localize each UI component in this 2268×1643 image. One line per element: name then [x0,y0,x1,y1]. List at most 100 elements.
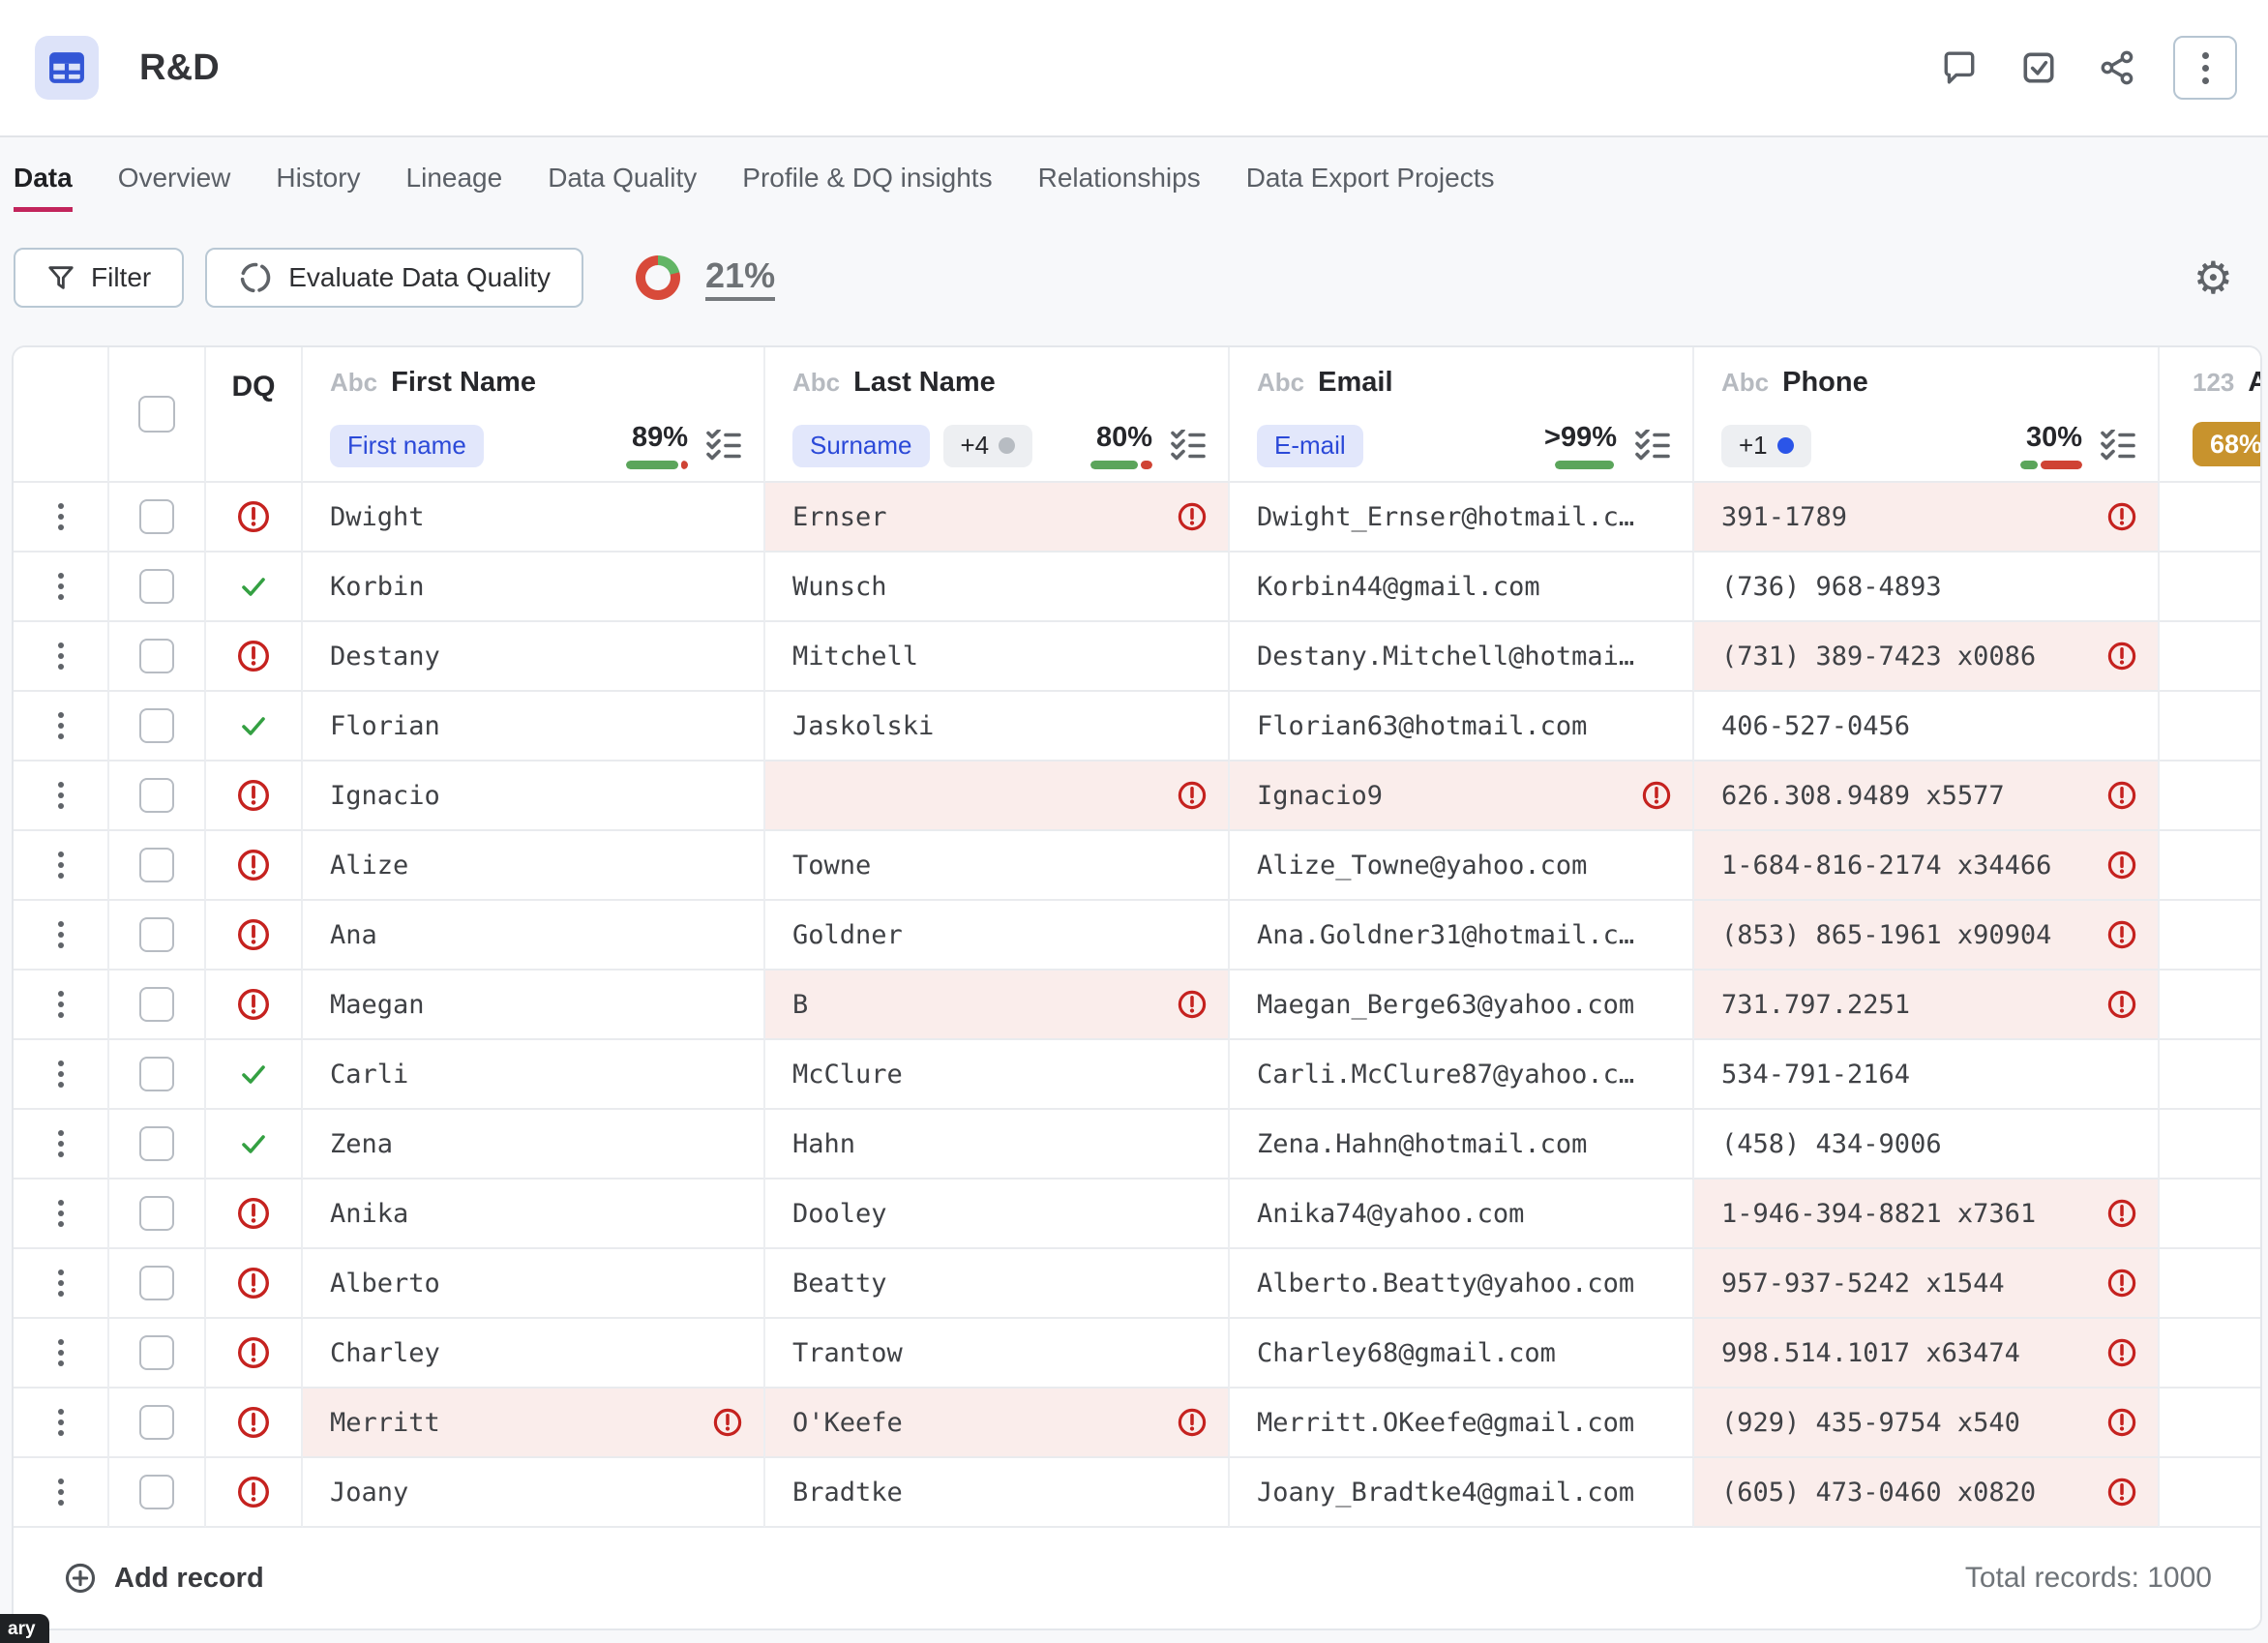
cell-last-name[interactable]: Trantow [765,1319,1230,1389]
row-checkbox[interactable] [139,1057,174,1091]
column-menu-kebab-icon[interactable] [2125,379,2136,387]
cell-first-name[interactable]: Merritt [303,1389,765,1458]
row-drag-handle[interactable] [14,901,109,971]
cell-extra[interactable] [2160,1249,2260,1319]
tasks-button[interactable] [2020,49,2057,86]
row-checkbox[interactable] [139,639,174,673]
cell-email[interactable]: Alberto.Beatty@yahoo.com [1230,1249,1694,1319]
cell-phone[interactable]: 406-527-0456 [1694,692,2160,762]
cell-extra[interactable] [2160,1040,2260,1110]
row-drag-handle[interactable] [14,762,109,831]
dq-rules-icon[interactable] [2100,429,2136,463]
row-drag-handle[interactable] [14,831,109,901]
cell-phone[interactable]: 1-684-816-2174 x34466 [1694,831,2160,901]
column-header-email[interactable]: Abc Email E-mail >99% [1230,347,1694,483]
row-checkbox[interactable] [139,987,174,1022]
column-header-last-name[interactable]: Abc Last Name Surname +4 80% [765,347,1230,483]
filter-button[interactable]: Filter [14,248,185,308]
dq-score-link[interactable]: 21% [705,255,776,301]
row-drag-handle[interactable] [14,1458,109,1528]
cell-phone[interactable]: (605) 473-0460 x0820 [1694,1458,2160,1528]
row-checkbox[interactable] [139,499,174,534]
cell-first-name[interactable]: Maegan [303,971,765,1040]
tab[interactable]: Overview [118,163,231,212]
tab[interactable]: Data Export Projects [1246,163,1495,212]
cell-phone[interactable]: 1-946-394-8821 x7361 [1694,1180,2160,1249]
row-checkbox[interactable] [139,569,174,604]
more-actions-button[interactable] [2173,36,2237,100]
row-checkbox[interactable] [139,917,174,952]
cell-phone[interactable]: (853) 865-1961 x90904 [1694,901,2160,971]
cell-extra[interactable] [2160,1389,2260,1458]
column-header-phone[interactable]: Abc Phone +1 30% [1694,347,2160,483]
cell-email[interactable]: Florian63@hotmail.com [1230,692,1694,762]
cell-extra[interactable] [2160,692,2260,762]
row-drag-handle[interactable] [14,1040,109,1110]
cell-email[interactable]: Ana.Goldner31@hotmail.c… [1230,901,1694,971]
cell-first-name[interactable]: Dwight [303,483,765,553]
cell-first-name[interactable]: Alberto [303,1249,765,1319]
cell-email[interactable]: Merritt.OKeefe@gmail.com [1230,1389,1694,1458]
tab[interactable]: Lineage [406,163,503,212]
cell-extra[interactable] [2160,971,2260,1040]
cell-extra[interactable] [2160,1110,2260,1180]
cell-email[interactable]: Carli.McClure87@yahoo.c… [1230,1040,1694,1110]
cell-first-name[interactable]: Charley [303,1319,765,1389]
row-drag-handle[interactable] [14,971,109,1040]
row-drag-handle[interactable] [14,692,109,762]
cell-phone[interactable]: 391-1789 [1694,483,2160,553]
cell-email[interactable]: Destany.Mitchell@hotmai… [1230,622,1694,692]
cell-phone[interactable]: (458) 434-9006 [1694,1110,2160,1180]
cell-last-name[interactable]: O'Keefe [765,1389,1230,1458]
extra-terms-chip[interactable]: +4 [942,424,1033,467]
row-checkbox[interactable] [139,708,174,743]
cell-extra[interactable] [2160,901,2260,971]
column-menu-kebab-icon[interactable] [1659,379,1671,387]
tab[interactable]: Data [14,163,73,212]
select-all-checkbox[interactable] [138,396,175,433]
row-checkbox[interactable] [139,848,174,882]
row-checkbox[interactable] [139,1266,174,1300]
cell-first-name[interactable]: Alize [303,831,765,901]
cell-last-name[interactable]: Ernser [765,483,1230,553]
cell-extra[interactable] [2160,762,2260,831]
cell-last-name[interactable]: Towne [765,831,1230,901]
share-button[interactable] [2100,49,2136,86]
cell-email[interactable]: Maegan_Berge63@yahoo.com [1230,971,1694,1040]
cell-extra[interactable] [2160,1458,2260,1528]
cell-last-name[interactable]: Bradtke [765,1458,1230,1528]
cell-extra[interactable] [2160,553,2260,622]
row-checkbox[interactable] [139,1335,174,1370]
column-header-first-name[interactable]: Abc First Name First name 89% [303,347,765,483]
cell-phone[interactable]: (731) 389-7423 x0086 [1694,622,2160,692]
row-drag-handle[interactable] [14,1180,109,1249]
cell-last-name[interactable]: Wunsch [765,553,1230,622]
column-header-partial[interactable]: 123 A 68% [2160,347,2260,483]
column-menu-kebab-icon[interactable] [731,379,742,387]
cell-first-name[interactable]: Carli [303,1040,765,1110]
row-drag-handle[interactable] [14,1319,109,1389]
cell-first-name[interactable]: Ignacio [303,762,765,831]
cell-extra[interactable] [2160,1319,2260,1389]
cell-extra[interactable] [2160,483,2260,553]
evaluate-dq-button[interactable]: Evaluate Data Quality [205,248,584,308]
cell-first-name[interactable]: Anika [303,1180,765,1249]
cell-email[interactable]: Dwight_Ernser@hotmail.c… [1230,483,1694,553]
tab[interactable]: Data Quality [548,163,697,212]
row-checkbox[interactable] [139,1405,174,1440]
cell-first-name[interactable]: Destany [303,622,765,692]
term-chip[interactable]: First name [330,424,484,467]
dq-rules-icon[interactable] [1170,429,1207,463]
cell-first-name[interactable]: Ana [303,901,765,971]
term-chip[interactable]: E-mail [1257,424,1363,467]
comment-button[interactable] [1941,49,1978,86]
extra-terms-chip[interactable]: +1 [1721,424,1811,467]
tab[interactable]: History [276,163,360,212]
row-checkbox[interactable] [139,778,174,813]
cell-phone[interactable]: 626.308.9489 x5577 [1694,762,2160,831]
cell-first-name[interactable]: Zena [303,1110,765,1180]
row-drag-handle[interactable] [14,1110,109,1180]
cell-last-name[interactable]: Mitchell [765,622,1230,692]
cell-extra[interactable] [2160,1180,2260,1249]
cell-phone[interactable]: (736) 968-4893 [1694,553,2160,622]
